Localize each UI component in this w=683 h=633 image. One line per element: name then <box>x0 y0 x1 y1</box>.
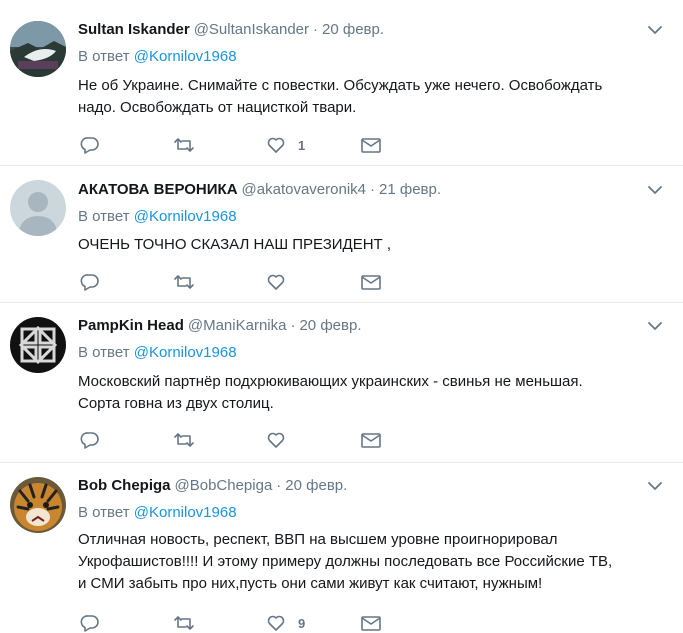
separator: · <box>370 181 375 198</box>
tweet-text: Московский партнёр подхрюкивающих украин… <box>78 371 663 415</box>
tweet[interactable]: PampKin Head @ManiKarnika · 20 февр. В отве… <box>0 303 683 463</box>
mention-link[interactable]: @Kornilov1968 <box>134 344 237 361</box>
reply-context: В ответ @Kornilov1968 <box>78 343 237 363</box>
message-button[interactable] <box>360 430 382 450</box>
reply-prefix: В ответ <box>78 208 130 225</box>
text-line: Сорта говна из двух столиц. <box>78 395 274 412</box>
avatar[interactable] <box>10 477 66 533</box>
text-line: Укрофашистов!!!! И этому примеру должны … <box>78 553 613 570</box>
separator: · <box>290 317 296 334</box>
tweet-text: ОЧЕНЬ ТОЧНО СКАЗАЛ НАШ ПРЕЗИДЕНТ , <box>78 234 663 256</box>
user-handle[interactable]: @SultanIskander <box>194 21 309 38</box>
message-button[interactable] <box>360 272 382 292</box>
reply-icon <box>80 137 99 154</box>
like-count: 1 <box>298 137 306 153</box>
tweet-header: PampKin Head @ManiKarnika · 20 февр. <box>78 316 361 336</box>
retweet-button[interactable] <box>173 135 195 155</box>
avatar[interactable] <box>10 180 66 236</box>
chevron-down-icon[interactable] <box>647 318 663 334</box>
tweet-text: Не об Украине. Снимайте с повестки. Обсу… <box>78 75 663 119</box>
like-count: 9 <box>298 615 306 631</box>
reply-icon <box>80 432 99 449</box>
avatar[interactable] <box>10 317 66 373</box>
tweet-header: АКАТОВА ВЕРОНИКА @akatovaveronik4 · 21 февр… <box>78 180 441 200</box>
heart-icon <box>267 137 285 153</box>
envelope-icon <box>361 138 381 153</box>
retweet-icon <box>174 138 194 152</box>
user-name[interactable]: АКАТОВА ВЕРОНИКА <box>78 181 238 198</box>
user-handle[interactable]: @BobChepiga <box>175 477 273 494</box>
reply-icon <box>80 615 99 632</box>
reply-prefix: В ответ <box>78 344 130 361</box>
user-name[interactable]: Sultan Iskander <box>78 21 190 38</box>
chevron-down-icon[interactable] <box>647 22 663 38</box>
reply-button[interactable] <box>80 613 100 633</box>
user-name[interactable]: PampKin Head <box>78 317 184 334</box>
message-button[interactable] <box>360 613 382 633</box>
text-line: Отличная новость, респект, ВВП на высшем… <box>78 531 558 548</box>
action-bar: 9 <box>78 613 398 633</box>
like-button[interactable] <box>266 272 298 292</box>
reply-button[interactable] <box>80 430 100 450</box>
reply-context: В ответ @Kornilov1968 <box>78 503 237 523</box>
action-bar <box>78 430 398 450</box>
text-line: и СМИ забыть про них,пусть они сами живу… <box>78 575 543 592</box>
user-name[interactable]: Bob Chepiga <box>78 477 171 494</box>
user-handle[interactable]: @akatovaveronik4 <box>242 181 366 198</box>
text-line: надо. Освобождать от нацисткой твари. <box>78 99 357 116</box>
envelope-icon <box>361 616 381 631</box>
like-button[interactable]: 9 <box>266 613 305 633</box>
tweet[interactable]: Bob Chepiga @BobChepiga · 20 февр. В ответ … <box>0 463 683 633</box>
retweet-icon <box>174 433 194 447</box>
tweet-header: Sultan Iskander @SultanIskander · 20 февр. <box>78 20 384 40</box>
avatar[interactable] <box>10 21 66 77</box>
reply-button[interactable] <box>80 272 100 292</box>
reply-icon <box>80 274 99 291</box>
retweet-icon <box>174 275 194 289</box>
retweet-button[interactable] <box>173 430 195 450</box>
like-button[interactable]: 1 <box>266 135 305 155</box>
tweet[interactable]: АКАТОВА ВЕРОНИКА @akatovaveronik4 · 21 февр… <box>0 166 683 303</box>
chevron-down-icon[interactable] <box>647 478 663 494</box>
chevron-down-icon[interactable] <box>647 182 663 198</box>
reply-context: В ответ @Kornilov1968 <box>78 47 237 67</box>
retweet-button[interactable] <box>173 272 195 292</box>
text-line: Московский партнёр подхрюкивающих украин… <box>78 373 583 390</box>
tweet[interactable]: Sultan Iskander @SultanIskander · 20 февр. … <box>0 0 683 166</box>
like-button[interactable] <box>266 430 298 450</box>
envelope-icon <box>361 433 381 448</box>
tweet-date[interactable]: 21 февр. <box>379 181 441 198</box>
retweet-button[interactable] <box>173 613 195 633</box>
separator: · <box>276 477 282 494</box>
mention-link[interactable]: @Kornilov1968 <box>134 208 237 225</box>
mention-link[interactable]: @Kornilov1968 <box>134 504 237 521</box>
reply-prefix: В ответ <box>78 504 130 521</box>
text-line: Не об Украине. Снимайте с повестки. Обсу… <box>78 77 603 94</box>
message-button[interactable] <box>360 135 382 155</box>
retweet-icon <box>174 616 194 630</box>
heart-icon <box>267 615 285 631</box>
action-bar <box>78 272 398 292</box>
action-bar: 1 <box>78 135 398 155</box>
envelope-icon <box>361 275 381 290</box>
heart-icon <box>267 432 285 448</box>
tweet-date[interactable]: 20 февр. <box>285 477 347 494</box>
tweet-text: Отличная новость, респект, ВВП на высшем… <box>78 529 663 595</box>
text-line: ОЧЕНЬ ТОЧНО СКАЗАЛ НАШ ПРЕЗИДЕНТ , <box>78 236 392 253</box>
tweet-date[interactable]: 20 февр. <box>299 317 361 334</box>
tweet-header: Bob Chepiga @BobChepiga · 20 февр. <box>78 476 347 496</box>
mention-link[interactable]: @Kornilov1968 <box>134 48 237 65</box>
tweet-date[interactable]: 20 февр. <box>322 21 384 38</box>
heart-icon <box>267 274 285 290</box>
reply-button[interactable] <box>80 135 100 155</box>
user-handle[interactable]: @ManiKarnika <box>188 317 287 334</box>
separator: · <box>313 21 318 38</box>
reply-prefix: В ответ <box>78 48 130 65</box>
reply-context: В ответ @Kornilov1968 <box>78 207 237 227</box>
